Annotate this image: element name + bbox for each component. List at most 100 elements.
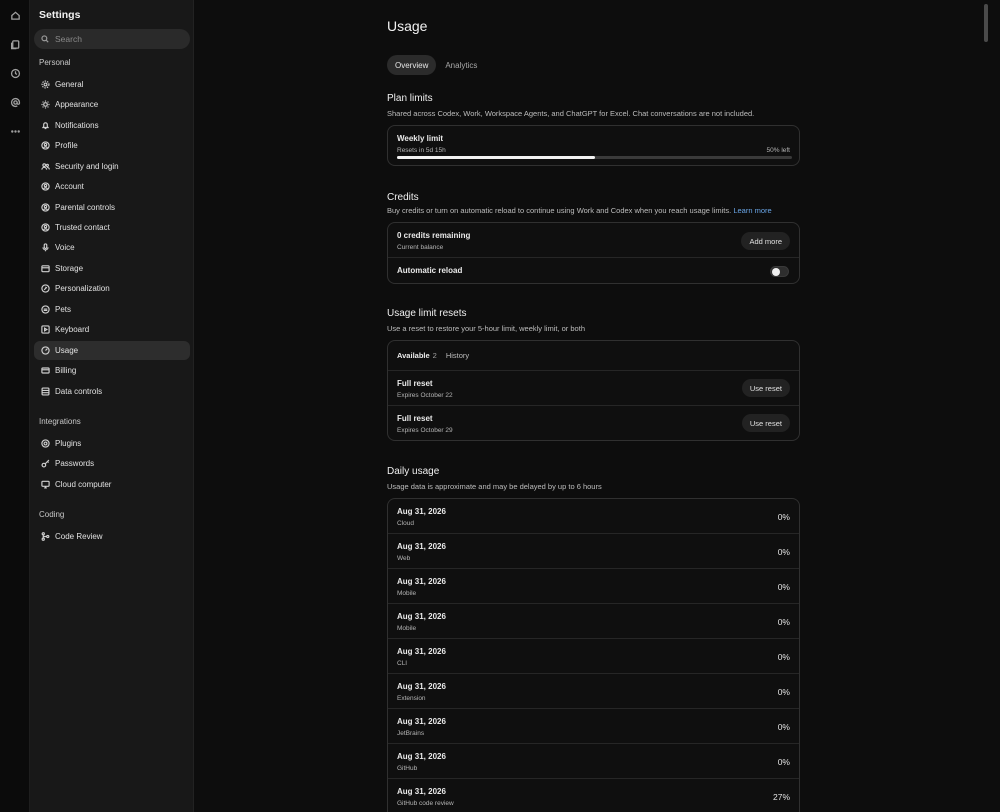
section-label-coding: Coding bbox=[39, 510, 65, 519]
search-input[interactable] bbox=[55, 34, 175, 44]
row-source: Mobile bbox=[397, 625, 417, 632]
row-source: JetBrains bbox=[397, 730, 425, 737]
people-icon bbox=[40, 162, 50, 172]
sidebar-item-parental-controls[interactable]: Parental controls bbox=[34, 198, 190, 217]
gear-icon bbox=[40, 80, 50, 90]
row-source: GitHub code review bbox=[397, 800, 454, 807]
available-count: 2 bbox=[432, 351, 437, 360]
table-row: Aug 31, 2026 Mobile 0% bbox=[388, 604, 799, 639]
table-row: Aug 31, 2026 CLI 0% bbox=[388, 639, 799, 674]
plan-limits-heading: Plan limits bbox=[387, 93, 433, 104]
row-date: Aug 31, 2026 bbox=[397, 717, 446, 726]
sidebar-item-plugins[interactable]: Plugins bbox=[34, 434, 190, 453]
tab-history[interactable]: History bbox=[446, 351, 469, 360]
sun-icon bbox=[40, 100, 50, 110]
sidebar-item-storage[interactable]: Storage bbox=[34, 259, 190, 278]
mic-icon bbox=[40, 243, 50, 253]
credits-balance-label: Current balance bbox=[397, 244, 444, 251]
reset-title: Full reset bbox=[397, 414, 433, 423]
row-percent: 0% bbox=[777, 722, 790, 732]
sidebar-item-pets[interactable]: Pets bbox=[34, 300, 190, 319]
sidebar-item-passwords[interactable]: Passwords bbox=[34, 454, 190, 473]
key-icon bbox=[40, 459, 50, 469]
sidebar-item-notifications[interactable]: Notifications bbox=[34, 116, 190, 135]
sidebar-item-general[interactable]: General bbox=[34, 75, 190, 94]
more-icon[interactable] bbox=[8, 124, 22, 138]
contact-icon bbox=[40, 223, 50, 233]
row-percent: 0% bbox=[777, 687, 790, 697]
row-date: Aug 31, 2026 bbox=[397, 577, 446, 586]
learn-more-link[interactable]: Learn more bbox=[733, 206, 771, 215]
history-icon[interactable] bbox=[8, 66, 22, 80]
table-row: Aug 31, 2026 GitHub code review 27% bbox=[388, 779, 799, 812]
gauge-icon bbox=[40, 346, 50, 356]
toggle-knob bbox=[772, 268, 780, 276]
row-percent: 0% bbox=[777, 582, 790, 592]
row-date: Aug 31, 2026 bbox=[397, 542, 446, 551]
at-sign-icon[interactable] bbox=[8, 95, 22, 109]
sidebar-item-appearance[interactable]: Appearance bbox=[34, 95, 190, 114]
sidebar-item-personalization[interactable]: Personalization bbox=[34, 279, 190, 298]
resets-description: Use a reset to restore your 5-hour limit… bbox=[387, 324, 585, 333]
search-box[interactable] bbox=[34, 29, 190, 49]
icon-rail bbox=[0, 0, 30, 812]
row-source: Web bbox=[397, 555, 411, 562]
table-row: Aug 31, 2026 Web 0% bbox=[388, 534, 799, 569]
row-date: Aug 31, 2026 bbox=[397, 752, 446, 761]
tab-analytics[interactable]: Analytics bbox=[437, 55, 485, 75]
sidebar-item-data-controls[interactable]: Data controls bbox=[34, 382, 190, 401]
documents-icon[interactable] bbox=[8, 37, 22, 51]
weekly-limit-left: 50% left bbox=[766, 147, 791, 154]
use-reset-button[interactable]: Use reset bbox=[741, 414, 790, 432]
table-row: Aug 31, 2026 Mobile 0% bbox=[388, 569, 799, 604]
scrollbar-thumb[interactable] bbox=[984, 4, 988, 42]
sidebar-item-security-and-login[interactable]: Security and login bbox=[34, 157, 190, 176]
usage-tabs: Overview Analytics bbox=[387, 55, 486, 75]
row-percent: 0% bbox=[777, 512, 790, 522]
table-row: Aug 31, 2026 Extension 0% bbox=[388, 674, 799, 709]
sidebar-item-keyboard[interactable]: Keyboard bbox=[34, 320, 190, 339]
sidebar-item-voice[interactable]: Voice bbox=[34, 238, 190, 257]
computer-icon bbox=[40, 480, 50, 490]
row-date: Aug 31, 2026 bbox=[397, 787, 446, 796]
home-icon[interactable] bbox=[8, 8, 22, 22]
sidebar-item-cloud-computer[interactable]: Cloud computer bbox=[34, 475, 190, 494]
pets-icon bbox=[40, 305, 50, 315]
sidebar-item-usage[interactable]: Usage bbox=[34, 341, 190, 360]
sidebar-item-profile[interactable]: Profile bbox=[34, 136, 190, 155]
row-date: Aug 31, 2026 bbox=[397, 647, 446, 656]
parental-icon bbox=[40, 203, 50, 213]
row-source: CLI bbox=[397, 660, 408, 667]
personalization-icon bbox=[40, 284, 50, 294]
resets-card: Available 2 History Full reset Expires Oc… bbox=[387, 340, 800, 441]
row-percent: 0% bbox=[777, 652, 790, 662]
row-percent: 0% bbox=[777, 547, 790, 557]
resets-tabs-row: Available 2 History bbox=[388, 341, 799, 371]
plugin-icon bbox=[40, 439, 50, 449]
row-source: GitHub bbox=[397, 765, 418, 772]
weekly-limit-progress-fill bbox=[397, 156, 595, 159]
row-percent: 0% bbox=[777, 757, 790, 767]
sidebar-item-account[interactable]: Account bbox=[34, 177, 190, 196]
tab-overview[interactable]: Overview bbox=[387, 55, 437, 75]
settings-sidebar: Settings Personal General Appearance Not… bbox=[30, 0, 194, 812]
credits-remaining: 0 credits remaining bbox=[397, 231, 471, 240]
add-more-button[interactable]: Add more bbox=[741, 232, 790, 250]
auto-reload-toggle[interactable] bbox=[770, 266, 789, 277]
row-source: Extension bbox=[397, 695, 426, 702]
daily-usage-description: Usage data is approximate and may be del… bbox=[387, 482, 602, 491]
row-source: Cloud bbox=[397, 520, 414, 527]
keyboard-icon bbox=[40, 325, 50, 335]
use-reset-button[interactable]: Use reset bbox=[741, 379, 790, 397]
sidebar-item-billing[interactable]: Billing bbox=[34, 361, 190, 380]
branch-icon bbox=[40, 532, 50, 542]
sidebar-item-trusted-contact[interactable]: Trusted contact bbox=[34, 218, 190, 237]
sidebar-title: Settings bbox=[39, 9, 81, 21]
reset-row: Full reset Expires October 29 Use reset bbox=[388, 406, 799, 441]
account-icon bbox=[40, 182, 50, 192]
tab-available[interactable]: Available 2 bbox=[397, 351, 437, 360]
table-row: Aug 31, 2026 JetBrains 0% bbox=[388, 709, 799, 744]
search-icon bbox=[41, 35, 49, 43]
row-date: Aug 31, 2026 bbox=[397, 682, 446, 691]
sidebar-item-code-review[interactable]: Code Review bbox=[34, 527, 190, 546]
